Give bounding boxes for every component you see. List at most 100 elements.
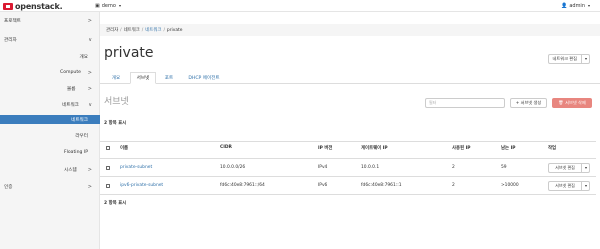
row-checkbox[interactable]: [106, 165, 110, 170]
openstack-logo[interactable]: openstack.: [3, 1, 63, 11]
tab-dhcp-agents[interactable]: DHCP 에이전트: [182, 72, 226, 84]
sidebar-item-identity[interactable]: 인증 >: [0, 182, 100, 191]
row-checkbox[interactable]: [106, 183, 110, 188]
edit-subnet-label: 서브넷 편집: [555, 183, 575, 188]
user-menu[interactable]: 👤 admin: [561, 3, 590, 9]
tab-overview[interactable]: 개요: [104, 72, 128, 84]
edit-subnet-button[interactable]: 서브넷 편집: [548, 163, 590, 173]
breadcrumb-item[interactable]: 관리자: [106, 27, 118, 33]
breadcrumb-separator: /: [163, 27, 165, 33]
used-ips-cell: 2: [452, 183, 455, 188]
edit-network-label: 네트워크 편집: [552, 56, 577, 61]
chevron-right-icon: >: [87, 85, 92, 92]
row-actions-dropdown[interactable]: [581, 164, 589, 172]
item-count-top: 2 항목 표시: [104, 121, 127, 126]
breadcrumb-item[interactable]: 네트워크: [124, 27, 140, 33]
project-selector[interactable]: ▣ demo: [95, 3, 121, 9]
main-content: 관리자 / 네트워크 / 네트워크 / private private 네트워크…: [100, 12, 600, 249]
sidebar-item-volumes[interactable]: 볼륨 >: [0, 84, 100, 93]
sidebar-item-overview[interactable]: 개요: [0, 52, 100, 61]
chevron-down-icon: ∨: [88, 36, 92, 43]
column-header-gateway[interactable]: 게이트웨이 IP: [361, 142, 388, 153]
table-header-row: 이름 CIDR IP 버전 게이트웨이 IP 사용된 IP 남는 IP 작업: [100, 141, 596, 153]
breadcrumb-item[interactable]: 네트워크: [145, 27, 161, 33]
page-title: private: [104, 45, 154, 61]
sidebar-item-label: 개요: [79, 54, 88, 60]
breadcrumb: 관리자 / 네트워크 / 네트워크 / private: [100, 24, 600, 36]
breadcrumb-current: private: [166, 27, 183, 33]
sidebar-item-label: Compute: [60, 70, 81, 75]
free-ips-cell: 59: [501, 165, 507, 170]
sidebar-item-compute[interactable]: Compute >: [0, 68, 100, 77]
brand-name: openstack.: [15, 1, 63, 11]
gateway-cell: 10.0.0.1: [361, 165, 380, 170]
tab-ports[interactable]: 포트: [158, 72, 180, 84]
chevron-down-icon: [585, 167, 587, 169]
column-header-ip-version[interactable]: IP 버전: [318, 142, 332, 153]
filter-input[interactable]: 필터: [425, 98, 505, 108]
user-icon: 👤: [561, 3, 568, 9]
chevron-right-icon: >: [87, 183, 92, 190]
dropdown-toggle[interactable]: [581, 55, 589, 63]
sidebar-item-networks[interactable]: 네트워크: [0, 115, 100, 124]
delete-subnets-button[interactable]: 🗑 서브넷 삭제: [552, 98, 592, 108]
sidebar-item-floating-ip[interactable]: Floating IP: [0, 148, 100, 157]
item-count-bottom: 2 항목 표시: [104, 201, 127, 206]
sidebar: 프로젝트 > 관리자 ∨ 개요 Compute > 볼륨 > 네트워크 ∨ 네트…: [0, 12, 100, 249]
chevron-down-icon: [588, 5, 590, 7]
sidebar-item-label: 프로젝트: [4, 18, 21, 24]
chevron-right-icon: >: [87, 166, 92, 173]
sidebar-item-label: 네트워크: [71, 117, 88, 123]
section-title: 서브넷: [104, 97, 129, 107]
trash-icon: 🗑: [558, 100, 564, 105]
column-header-free-ips[interactable]: 남는 IP: [501, 142, 515, 153]
sidebar-item-project[interactable]: 프로젝트 >: [0, 16, 100, 25]
table-row: private-subnet 10.0.0.0/26 IPv4 10.0.0.1…: [100, 158, 596, 176]
sidebar-item-label: 시스템: [64, 167, 77, 173]
column-header-cidr[interactable]: CIDR: [220, 142, 232, 153]
sidebar-item-label: Floating IP: [63, 150, 88, 155]
cidr-cell: fd6c:40e8:7961::/64: [220, 183, 265, 188]
row-actions-dropdown[interactable]: [581, 182, 589, 190]
chevron-right-icon: >: [87, 69, 92, 76]
chevron-down-icon: [585, 58, 587, 60]
tab-bar: 개요 서브넷 포트 DHCP 에이전트: [100, 72, 600, 84]
sidebar-item-label: 볼륨: [67, 86, 76, 92]
table-row: ipv6-private-subnet fd6c:40e8:7961::/64 …: [100, 176, 596, 194]
sidebar-item-system[interactable]: 시스템 >: [0, 165, 100, 174]
top-navbar: openstack. ▣ demo 👤 admin: [0, 0, 600, 12]
sidebar-item-label: 네트워크: [62, 102, 79, 108]
tab-subnets[interactable]: 서브넷: [130, 72, 156, 84]
chevron-down-icon: ∨: [88, 101, 92, 108]
select-all-checkbox[interactable]: [106, 145, 110, 150]
sidebar-item-label: 인증: [4, 184, 13, 190]
sidebar-item-routers[interactable]: 라우터: [0, 131, 100, 140]
ip-version-cell: IPv6: [318, 183, 328, 188]
breadcrumb-separator: /: [141, 27, 144, 33]
breadcrumb-separator: /: [120, 27, 122, 33]
used-ips-cell: 2: [452, 165, 455, 170]
delete-subnets-label: 서브넷 삭제: [565, 100, 586, 105]
openstack-logo-icon: [3, 2, 13, 10]
column-header-used-ips[interactable]: 사용된 IP: [452, 142, 471, 153]
ip-version-cell: IPv4: [318, 165, 328, 170]
chevron-right-icon: >: [87, 17, 92, 24]
chevron-down-icon: [118, 5, 121, 7]
subnet-name-link[interactable]: ipv6-private-subnet: [120, 177, 163, 194]
sidebar-item-label: 관리자: [4, 37, 17, 43]
column-header-name[interactable]: 이름: [120, 142, 128, 153]
edit-subnet-label: 서브넷 편집: [555, 165, 575, 170]
table-bottom-border: [100, 194, 596, 195]
cidr-cell: 10.0.0.0/26: [220, 165, 246, 170]
sidebar-item-admin[interactable]: 관리자 ∨: [0, 35, 100, 44]
column-header-actions: 작업: [548, 145, 557, 151]
chevron-down-icon: [585, 185, 587, 187]
edit-network-button[interactable]: 네트워크 편집: [547, 54, 590, 64]
free-ips-cell: >10000: [501, 183, 519, 188]
create-subnet-button[interactable]: + 서브넷 생성: [510, 98, 547, 108]
sidebar-item-label: 라우터: [75, 133, 88, 139]
project-name: demo: [101, 3, 116, 9]
subnet-name-link[interactable]: private-subnet: [120, 159, 152, 176]
sidebar-item-network-group[interactable]: 네트워크 ∨: [0, 100, 100, 109]
edit-subnet-button[interactable]: 서브넷 편집: [548, 181, 590, 191]
